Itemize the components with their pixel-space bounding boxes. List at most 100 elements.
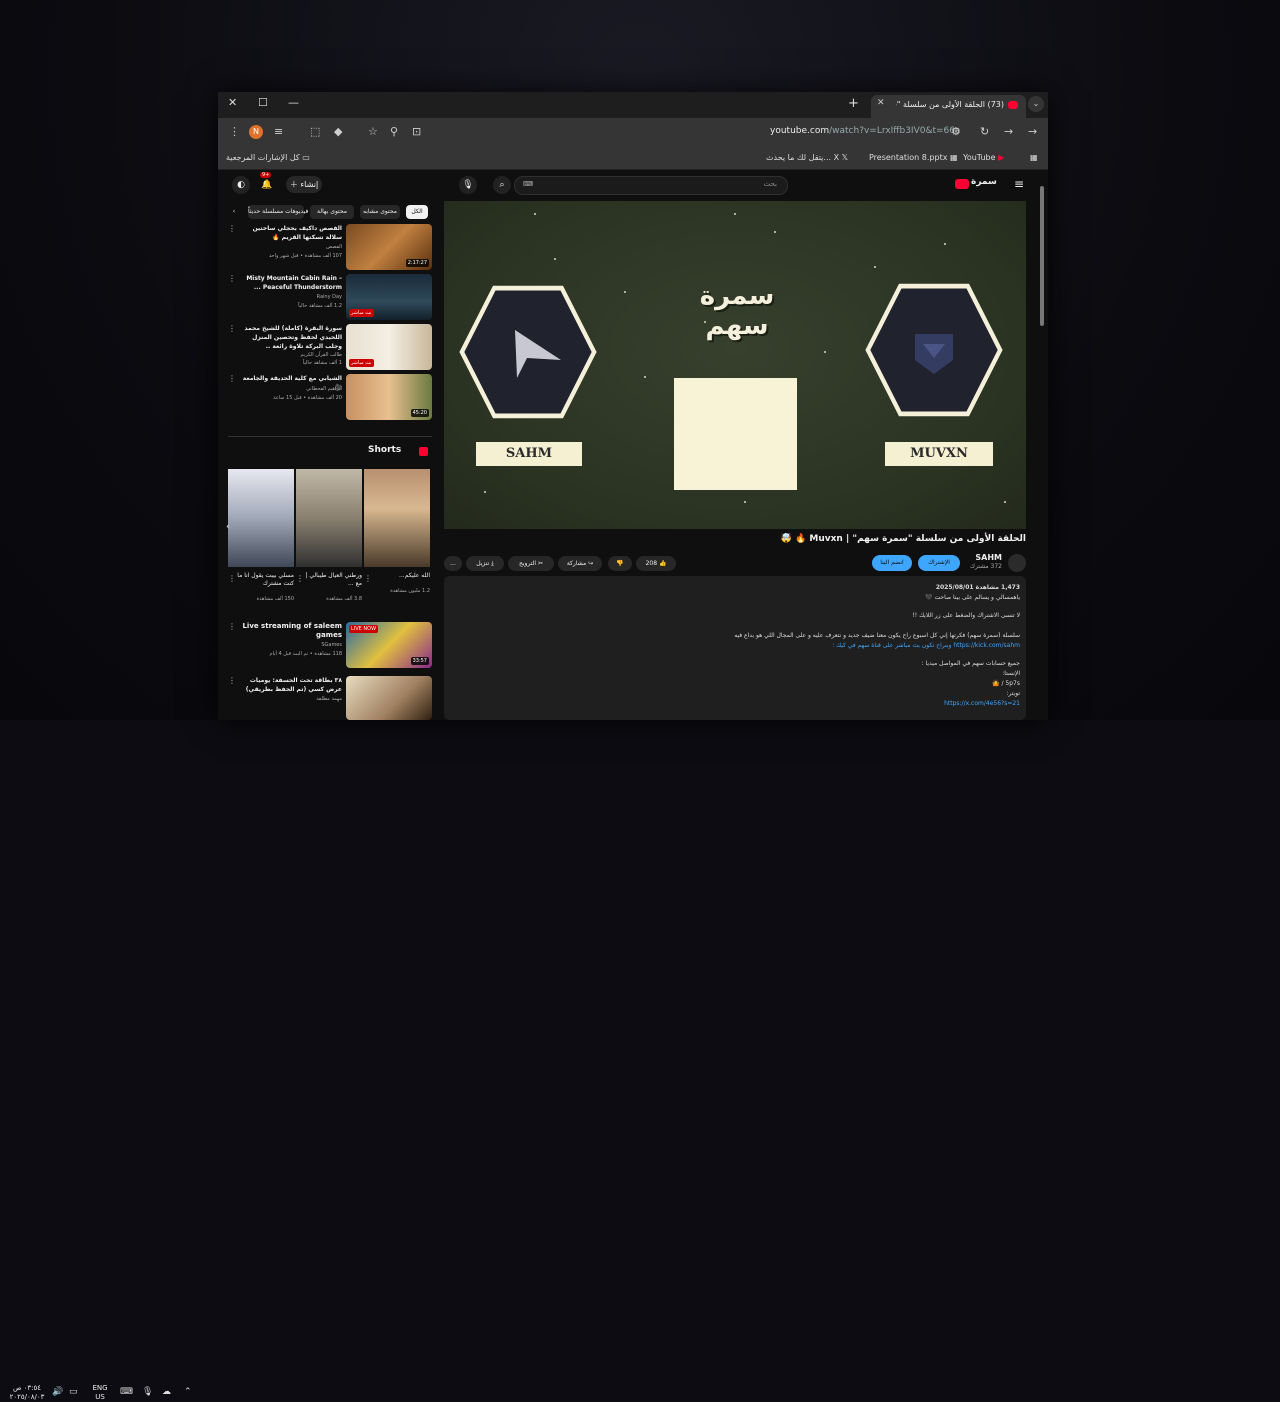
keyboard-icon[interactable]: ⌨ [523,180,533,188]
more-options-icon[interactable]: ⋮ [228,324,236,333]
new-tab-button[interactable]: + [848,96,859,111]
recommended-video[interactable]: LIVE NOW 33:57 ⋮ Live streaming of saleem… [228,622,432,668]
channel-name[interactable]: SAHM [968,553,1002,562]
channel-name[interactable]: Rainy Day [238,294,342,300]
video-title[interactable]: القصص داكيف بحجلي ساختين سلالة تسكتها ال… [238,224,342,242]
chip-all[interactable]: الكل [406,205,428,219]
close-window-button[interactable]: ✕ [228,96,237,109]
join-button[interactable]: الإشتراك [918,555,960,571]
subscribe-button[interactable]: انضم الينا [872,555,912,571]
more-actions-button[interactable]: ... [444,556,462,571]
site-settings-icon[interactable]: ⚙ [951,125,961,138]
video-thumbnail[interactable]: 2:17:27 [346,224,432,270]
bookmark-star-icon[interactable]: ☆ [368,125,378,138]
short-title[interactable]: الله عليكم... [372,572,430,580]
video-player[interactable]: سمرة سهم SAHM MUVXN [444,201,1026,529]
scrollbar-thumb[interactable] [1040,186,1044,326]
video-title[interactable]: سورة البقرة (كاملة) للشيخ محمد اللحيدي ل… [238,324,342,351]
search-icon[interactable]: ⌕ [493,176,511,194]
reload-icon[interactable]: ↻ [980,125,989,138]
description-link[interactable]: https://kick.com/sahm وبنراح تكون بث مبا… [832,642,1020,649]
minimize-button[interactable]: — [288,96,299,109]
media-control-icon[interactable]: ≡ [274,125,283,138]
shorts-scroll-left-icon[interactable]: ‹ [226,522,230,532]
more-options-icon[interactable]: ⋮ [228,622,236,631]
account-avatar[interactable]: ◐ [232,176,250,194]
bookmark-presentation[interactable]: Presentation 8.pptx ▦ [869,153,958,162]
profile-avatar[interactable]: N [249,125,263,139]
clock[interactable]: ٠٣:٥٤ ص ٢٠٢٥/٠٨/٠٣ [8,1384,46,1402]
channel-name[interactable]: مهمة مطلقة [238,696,342,702]
page-scrollbar[interactable] [1039,176,1045,716]
zoom-icon[interactable]: ⚲ [390,125,398,138]
chip[interactable]: محتوى مشابه [360,205,400,219]
address-bar[interactable]: youtube.com/watch?v=LrxIffb3IV0&t=66s [770,126,960,136]
short-title[interactable]: مسلي بيبت يقول انا ما كنت مشترك [236,572,294,588]
youtube-logo[interactable]: سمرة [955,177,997,191]
short-thumbnail[interactable] [228,469,294,567]
create-button[interactable]: ＋ إنشاء [286,176,322,193]
download-button[interactable]: تنزيل ⤓ [466,556,504,571]
video-title[interactable]: Live streaming of saleem games [238,622,342,640]
bookmark-youtube[interactable]: YouTube ▶ [963,153,1004,162]
more-options-icon[interactable]: ⋮ [364,574,372,583]
description-link[interactable]: https://x.com/4e56?s=21 [944,700,1020,707]
extension-diamond-icon[interactable]: ◆ [334,125,342,138]
video-thumbnail[interactable]: LIVE NOW 33:57 [346,622,432,668]
microphone-icon[interactable]: 🎙 [142,1387,153,1397]
video-thumbnail[interactable]: 45:20 [346,374,432,420]
chip[interactable]: فيديوهات مسلسلة حديثاً [248,205,308,219]
video-thumbnail[interactable] [346,676,432,720]
channel-avatar[interactable] [1008,554,1026,572]
keyboard-icon[interactable]: ⌨ [120,1387,133,1397]
forward-icon[interactable]: → [1004,125,1013,138]
chip[interactable]: محتوى بهالة [310,205,354,219]
maximize-button[interactable]: ☐ [258,96,268,109]
recommended-video[interactable]: ⋮ ٣٨ بطاقة تحت الحسفة: يوميات عرض كسي (ت… [228,676,432,720]
more-options-icon[interactable]: ⋮ [228,224,236,233]
more-options-icon[interactable]: ⋮ [228,574,236,583]
recommended-video[interactable]: بث مباشر ⋮ Misty Mountain Cabin Rain – P… [228,274,432,320]
video-title[interactable]: ٣٨ بطاقة تحت الحسفة: يوميات عرض كسي (تم … [238,676,342,694]
tab-search-icon[interactable]: ⌄ [1028,96,1044,112]
active-tab[interactable]: ✕ (73) الحلقة الأولى من سلسلة "سـ... [871,95,1026,118]
video-thumbnail[interactable]: بث مباشر [346,324,432,370]
recommended-video[interactable]: 2:17:27 ⋮ القصص داكيف بحجلي ساختين سلالة… [228,224,432,270]
chevron-up-icon[interactable]: ⌃ [184,1387,192,1397]
chevron-left-icon[interactable]: ‹ [228,205,240,219]
clip-button[interactable]: الترويج ✂ [508,556,554,571]
video-title[interactable]: Misty Mountain Cabin Rain – Peaceful Thu… [238,274,342,292]
onedrive-icon[interactable]: ☁ [162,1387,171,1397]
short-title[interactable]: ورطني العيال طيبالي | مع ... [304,572,362,588]
apps-grid-icon[interactable]: ▦ [1030,153,1038,162]
channel-name[interactable]: ابراهيم القحطاني [238,386,342,392]
extensions-icon[interactable]: ⬚ [310,125,320,138]
channel-name[interactable]: القصص [238,244,342,250]
more-options-icon[interactable]: ⋮ [228,374,236,383]
recommended-video[interactable]: 45:20 ⋮ الشيابي مع كلية الحديقة والجامعة… [228,374,432,420]
description-box[interactable]: 1,473 مشاهدة 2025/08/01 ياهمسالي و يسالم… [444,576,1026,720]
voice-search-icon[interactable]: 🎙 [459,176,477,194]
dislike-button[interactable]: 👎 [608,556,632,571]
share-button[interactable]: مشاركة ↪ [558,556,602,571]
volume-icon[interactable]: 🔊 [52,1387,63,1397]
network-icon[interactable]: ▭ [69,1387,78,1397]
channel-name[interactable]: طالب القرآن الكريم [238,352,342,358]
search-input[interactable]: ⌨ بحث [514,176,788,195]
more-options-icon[interactable]: ⋮ [228,274,236,283]
install-app-icon[interactable]: ⊡ [412,125,421,138]
more-options-icon[interactable]: ⋮ [228,676,236,685]
more-options-icon[interactable]: ⋮ [296,574,304,583]
browser-menu-icon[interactable]: ⋮ [229,125,240,138]
notifications-bell-icon[interactable]: 🔔 [258,176,276,194]
short-thumbnail[interactable] [364,469,430,567]
all-bookmarks-link[interactable]: كل الإشارات المرجعية ▭ [226,153,310,162]
hamburger-menu-icon[interactable]: ≡ [1014,177,1024,191]
like-button[interactable]: 208 👍 [636,556,676,571]
short-thumbnail[interactable] [296,469,362,567]
recommended-video[interactable]: بث مباشر ⋮ سورة البقرة (كاملة) للشيخ محم… [228,324,432,370]
bookmark-x[interactable]: يتقل لك ما يحدث... X 𝕏 [766,153,848,162]
channel-name[interactable]: SGames [238,642,342,648]
language-indicator[interactable]: ENG US [88,1384,112,1402]
back-icon[interactable]: → [1028,125,1037,138]
